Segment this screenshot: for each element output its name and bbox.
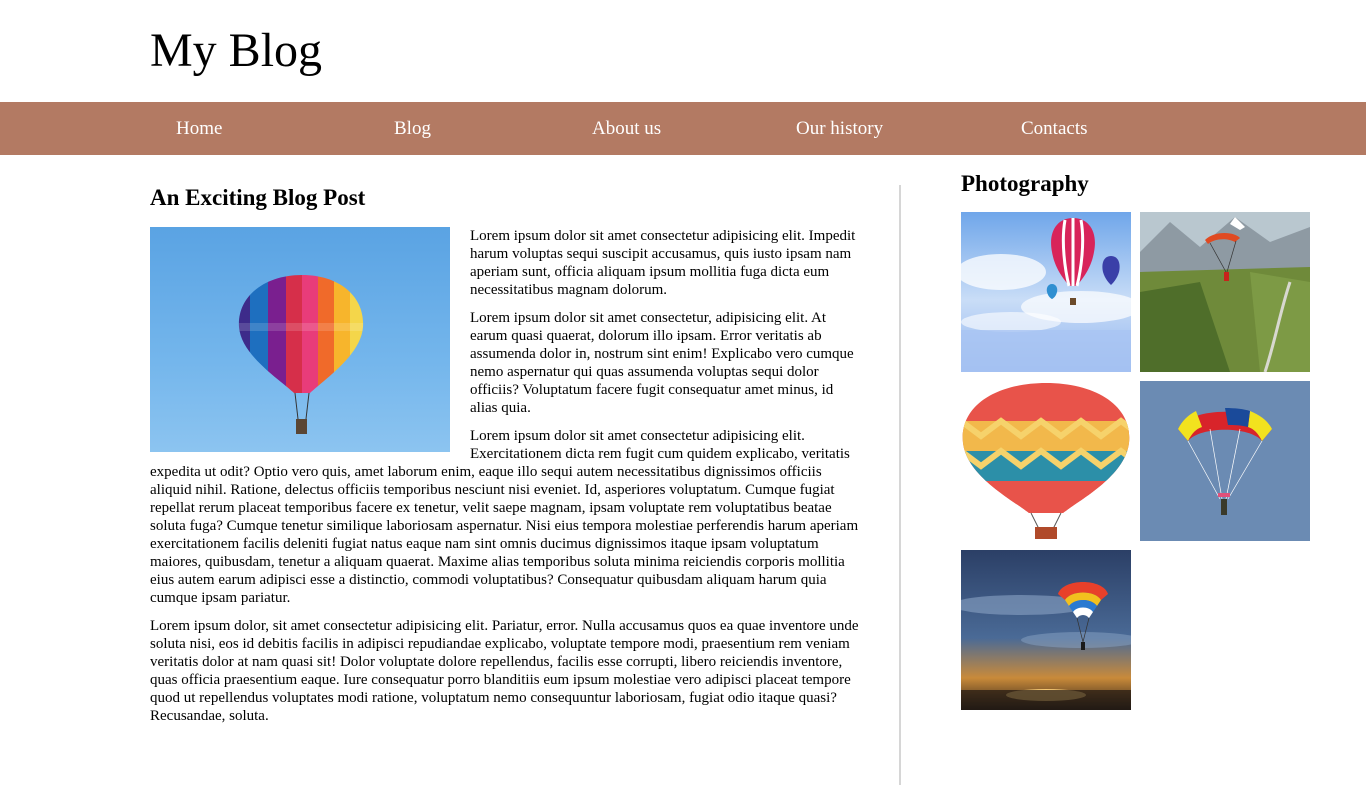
paraglider-over-valley-photo[interactable] [1140, 212, 1310, 372]
balloons-over-clouds-photo[interactable] [961, 212, 1131, 372]
post-paragraph: Lorem ipsum dolor, sit amet consectetur … [150, 618, 859, 724]
nav-contacts[interactable]: Contacts [1021, 102, 1088, 155]
parachute-at-sunset-photo[interactable] [961, 550, 1131, 710]
hot-air-balloon-closeup-photo[interactable] [961, 381, 1131, 541]
nav-our-history[interactable]: Our history [796, 102, 883, 155]
nav-about-us[interactable]: About us [592, 102, 661, 155]
site-title: My Blog [150, 24, 323, 77]
hot-air-balloon-image [150, 227, 450, 452]
nav-home[interactable]: Home [176, 102, 222, 155]
parachutist-photo[interactable] [1140, 381, 1310, 541]
column-divider [899, 185, 901, 785]
main-nav: Home Blog About us Our history Contacts [0, 102, 1366, 155]
sidebar-title: Photography [961, 171, 1089, 196]
post-paragraph: Lorem ipsum dolor sit amet consectetur a… [150, 428, 859, 606]
post-title: An Exciting Blog Post [150, 185, 366, 210]
nav-blog[interactable]: Blog [394, 102, 431, 155]
post-body: Lorem ipsum dolor sit amet consectetur a… [150, 227, 862, 735]
